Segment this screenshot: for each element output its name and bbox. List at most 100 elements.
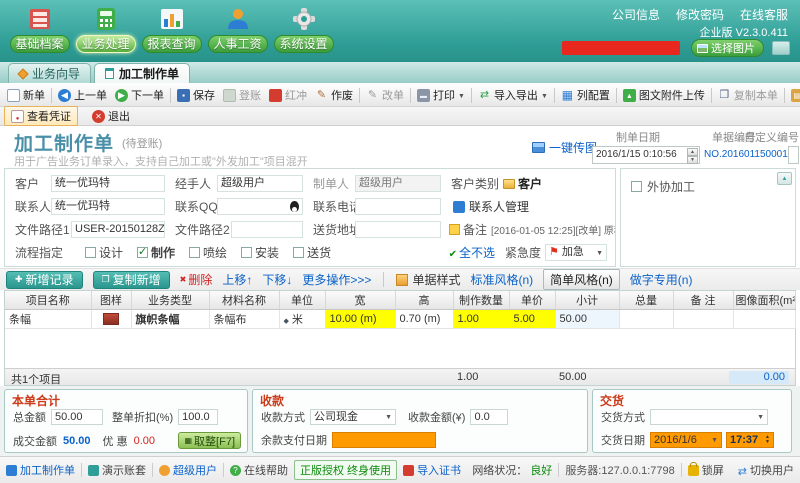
address-field[interactable]: [355, 221, 441, 238]
import-cert-button[interactable]: 导入证书: [403, 462, 461, 478]
category-value[interactable]: 客户: [518, 175, 542, 192]
col-material[interactable]: 材料名称: [209, 291, 279, 309]
toolbar-column-config-button[interactable]: 列配置: [557, 84, 614, 106]
toolbar-post-button[interactable]: 登账: [219, 84, 265, 106]
spin-down-icon[interactable]: ▼: [687, 156, 698, 164]
qq-field[interactable]: [217, 198, 303, 215]
nav-basic-archives[interactable]: 基础档案: [8, 2, 71, 53]
cell-height[interactable]: 0.70 (m): [395, 309, 453, 328]
toolbar-copy-doc-button[interactable]: 复制本单: [714, 84, 782, 106]
balance-date-field[interactable]: [332, 432, 436, 448]
toolbar-new-button[interactable]: 新单: [3, 84, 49, 106]
copy-add-button[interactable]: ❐复制新增: [93, 271, 170, 289]
move-down-button[interactable]: 下移↓: [262, 271, 292, 288]
toolbar-redflush-button[interactable]: 红冲: [265, 84, 311, 106]
toolbar-save-button[interactable]: 保存: [173, 84, 219, 106]
contact-field[interactable]: 统一优玛特: [51, 198, 165, 215]
cell-price[interactable]: 5.00: [509, 309, 555, 328]
cell-subtotal[interactable]: 50.00: [555, 309, 619, 328]
toolbar-next-button[interactable]: 下一单: [111, 84, 168, 106]
cell-unit[interactable]: 米: [279, 309, 325, 328]
online-service-link[interactable]: 在线客服: [740, 6, 788, 23]
toolbar-print-button[interactable]: 打印: [413, 84, 469, 106]
process-delivery[interactable]: 送货: [293, 244, 331, 261]
cell-qty[interactable]: 1.00: [453, 309, 509, 328]
status-user[interactable]: 超级用户: [159, 462, 217, 478]
cell-total[interactable]: [619, 309, 673, 328]
process-install[interactable]: 安装: [241, 244, 279, 261]
col-total[interactable]: 总量: [619, 291, 673, 309]
contact-mgmt-link[interactable]: 联系人管理: [469, 198, 529, 215]
view-voucher-button[interactable]: 查看凭证: [4, 106, 78, 126]
nav-business-processing[interactable]: 业务处理: [74, 2, 137, 53]
receipt-amount-field[interactable]: 0.0: [470, 409, 508, 425]
status-account[interactable]: 演示账套: [88, 462, 146, 478]
col-price[interactable]: 单价: [509, 291, 555, 309]
checkbox-spray[interactable]: [189, 247, 200, 258]
switch-user-button[interactable]: 切换用户: [738, 462, 794, 478]
customer-field[interactable]: 统一优玛特: [51, 175, 165, 192]
col-subtotal[interactable]: 小计: [555, 291, 619, 309]
cell-remark[interactable]: [673, 309, 733, 328]
pattern-thumbnail[interactable]: [103, 313, 119, 325]
style-standard-link[interactable]: 标准风格(n): [470, 271, 533, 288]
spin-down-icon[interactable]: ▼: [765, 440, 770, 445]
nav-report-query[interactable]: 报表查询: [140, 2, 203, 53]
move-up-button[interactable]: 上移↑: [222, 271, 252, 288]
toolbar-import-export-button[interactable]: 导入导出: [474, 84, 552, 106]
nav-hr-payroll[interactable]: 人事工资: [206, 2, 269, 53]
spin-up-icon[interactable]: ▲: [687, 148, 698, 156]
cell-type[interactable]: 旗帜条幅: [131, 309, 209, 328]
cell-pattern[interactable]: [91, 309, 131, 328]
change-password-link[interactable]: 修改密码: [676, 6, 724, 23]
cell-width[interactable]: 10.00 (m): [325, 309, 395, 328]
tab-business-wizard[interactable]: 业务向导: [8, 63, 91, 83]
col-qty[interactable]: 制作数量: [453, 291, 509, 309]
time-spinner[interactable]: ▲▼: [765, 435, 770, 445]
checkbox-outsourcing[interactable]: [631, 181, 642, 192]
outsourcing-option[interactable]: 外协加工: [621, 169, 795, 195]
discount-pct-field[interactable]: 100.0: [178, 409, 218, 425]
checkbox-install[interactable]: [241, 247, 252, 258]
checkbox-delivery[interactable]: [293, 247, 304, 258]
tab-processing-order[interactable]: 加工制作单: [94, 63, 190, 83]
table-row[interactable]: 条幅 旗帜条幅 条幅布 米 10.00 (m) 0.70 (m) 1.00 5.…: [5, 309, 795, 328]
process-design[interactable]: 设计: [85, 244, 123, 261]
round-button[interactable]: ▦取整[F7]: [178, 432, 241, 449]
collapse-panel-button[interactable]: ▲: [777, 172, 792, 185]
col-area[interactable]: 图像面积(m²): [733, 291, 795, 309]
delivery-method-select[interactable]: [650, 409, 768, 425]
nav-system-settings[interactable]: 系统设置: [272, 2, 335, 53]
urgency-select[interactable]: 加急: [545, 244, 607, 261]
cell-material[interactable]: 条幅布: [209, 309, 279, 328]
cell-name[interactable]: 条幅: [5, 309, 91, 328]
checkbox-production[interactable]: [137, 247, 148, 258]
handler-field[interactable]: 超级用户: [217, 175, 303, 192]
select-none-link[interactable]: 全不选: [449, 244, 495, 261]
toolbar-prev-button[interactable]: 上一单: [54, 84, 111, 106]
toolbar-paste-screenshot-button[interactable]: 粘贴截图: [787, 84, 800, 106]
toolbar-modify-button[interactable]: 改单: [362, 84, 408, 106]
style-simple-button[interactable]: 简单风格(n): [543, 269, 620, 290]
remark-value[interactable]: [2016-01-05 12:25][改单] 原稿要...: [491, 222, 615, 237]
toolbar-void-button[interactable]: 作废: [311, 84, 357, 106]
add-record-button[interactable]: ✚新增记录: [6, 271, 83, 289]
exit-button[interactable]: 退出: [86, 107, 136, 125]
more-actions-button[interactable]: 更多操作>>>: [302, 271, 371, 288]
order-date-field[interactable]: 2016/1/15 0:10:56 ▲▼: [592, 146, 700, 164]
col-width[interactable]: 宽: [325, 291, 395, 309]
toolbar-attachment-upload-button[interactable]: 图文附件上传: [619, 84, 709, 106]
quick-upload-link[interactable]: 一键传图: [532, 139, 597, 156]
cell-area[interactable]: [733, 309, 795, 328]
style-text-link[interactable]: 做字专用(n): [630, 271, 693, 288]
col-pattern[interactable]: 图样: [91, 291, 131, 309]
col-name[interactable]: 项目名称: [5, 291, 91, 309]
select-image-button[interactable]: 选择图片: [691, 39, 764, 57]
delivery-time-field[interactable]: 17:37▲▼: [726, 432, 774, 448]
delete-row-button[interactable]: 删除: [180, 271, 213, 288]
path1-field[interactable]: USER-20150128ZW.C:\: [71, 221, 165, 238]
checkbox-design[interactable]: [85, 247, 96, 258]
payment-method-select[interactable]: 公司现金: [310, 409, 396, 425]
custom-no-field[interactable]: [788, 146, 799, 164]
lock-screen-button[interactable]: 锁屏: [688, 462, 724, 478]
